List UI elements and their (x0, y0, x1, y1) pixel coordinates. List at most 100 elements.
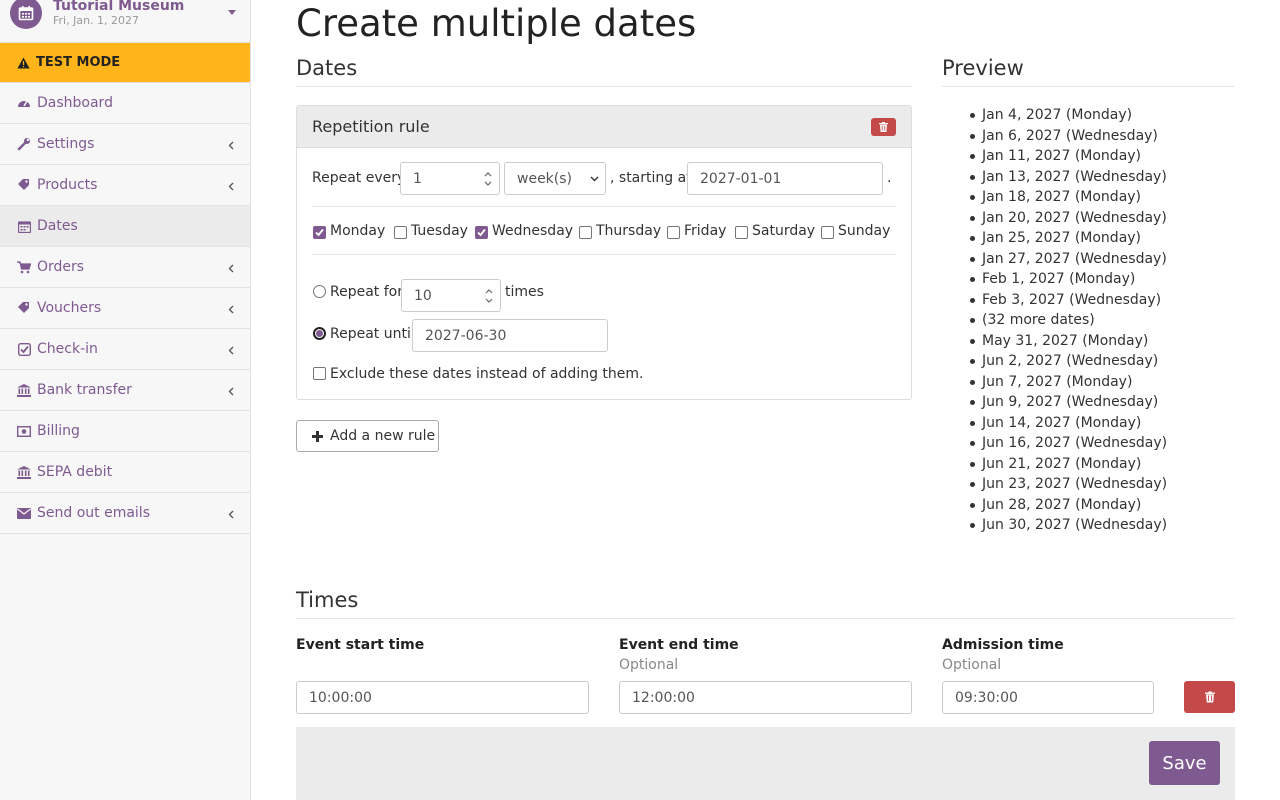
times-section-title: Times (296, 588, 1235, 619)
preview-date-item: Jan 6, 2027 (Wednesday) (970, 126, 1167, 147)
preview-date-item: Feb 3, 2027 (Wednesday) (970, 290, 1167, 311)
sidebar-item-dashboard[interactable]: Dashboard (0, 83, 250, 124)
sidebar-item-label: Settings (37, 136, 95, 152)
preview-date-item: Jan 11, 2027 (Monday) (970, 146, 1167, 167)
divider (312, 206, 896, 207)
repeat-for-label: Repeat for (330, 284, 403, 300)
page-title: Create multiple dates (296, 2, 697, 45)
spinner-icon[interactable] (482, 286, 496, 306)
calendar-icon (17, 219, 31, 233)
test-mode-banner: TEST MODE (0, 43, 250, 83)
sidebar-nav: Dashboard Settings Products Dates Orders Vouc… (0, 83, 250, 534)
interval-input[interactable]: 1 (400, 162, 500, 195)
sidebar-item-dates[interactable]: Dates (0, 206, 250, 247)
weekday-checkbox-friday[interactable] (667, 226, 680, 239)
end-time-input[interactable]: 12:00:00 (619, 681, 912, 714)
chevron-down-icon (590, 176, 599, 182)
weekday-checkbox-wednesday[interactable] (475, 226, 488, 239)
preview-date-item: Jun 21, 2027 (Monday) (970, 454, 1167, 475)
until-date-input[interactable]: 2027-06-30 (412, 319, 608, 352)
preview-date-item: Jan 4, 2027 (Monday) (970, 105, 1167, 126)
sidebar: Tutorial Museum Fri, Jan. 1, 2027 TEST M… (0, 0, 251, 800)
chevron-left-icon (228, 343, 234, 359)
admission-time-optional: Optional (942, 657, 1002, 673)
sidebar-item-billing[interactable]: Billing (0, 411, 250, 452)
sidebar-item-label: Dashboard (37, 95, 113, 111)
end-time-label: Event end time (619, 637, 739, 653)
add-rule-button[interactable]: Add a new rule (296, 420, 439, 452)
starting-at-label: , starting at (610, 170, 692, 186)
preview-date-item: Jun 14, 2027 (Monday) (970, 413, 1167, 434)
weekday-label: Sunday (838, 223, 891, 239)
chevron-left-icon (228, 179, 234, 195)
weekday-checkbox-tuesday[interactable] (394, 226, 407, 239)
repeat-for-radio[interactable] (313, 285, 326, 298)
weekday-label: Friday (684, 223, 727, 239)
sidebar-item-vouchers[interactable]: Vouchers (0, 288, 250, 329)
sidebar-item-label: Products (37, 177, 98, 193)
start-date-input[interactable]: 2027-01-01 (687, 162, 883, 195)
weekday-checkbox-sunday[interactable] (821, 226, 834, 239)
repeat-count-input[interactable]: 10 (401, 279, 501, 312)
sidebar-item-products[interactable]: Products (0, 165, 250, 206)
trash-icon (879, 122, 888, 132)
weekday-checkbox-saturday[interactable] (735, 226, 748, 239)
dates-section-title: Dates (296, 56, 912, 87)
chevron-left-icon (228, 384, 234, 400)
delete-time-button[interactable] (1184, 681, 1235, 713)
sidebar-item-label: SEPA debit (37, 464, 113, 480)
preview-date-item: Jun 16, 2027 (Wednesday) (970, 433, 1167, 454)
preview-date-item: Jan 18, 2027 (Monday) (970, 187, 1167, 208)
sidebar-item-label: Billing (37, 423, 80, 439)
exclude-label: Exclude these dates instead of adding th… (330, 366, 644, 382)
spinner-icon[interactable] (481, 169, 495, 189)
repetition-rule-panel: Repetition rule Repeat every 1 week(s) ,… (296, 105, 912, 400)
calendar-icon (10, 0, 42, 29)
preview-date-item: Jun 2, 2027 (Wednesday) (970, 351, 1167, 372)
sidebar-item-orders[interactable]: Orders (0, 247, 250, 288)
start-time-input[interactable]: 10:00:00 (296, 681, 589, 714)
period-text: . (887, 170, 892, 186)
sidebar-item-label: Vouchers (37, 300, 102, 316)
sidebar-item-settings[interactable]: Settings (0, 124, 250, 165)
sidebar-item-bank-transfer[interactable]: Bank transfer (0, 370, 250, 411)
unit-select[interactable]: week(s) (504, 162, 606, 195)
weekday-label: Tuesday (411, 223, 468, 239)
sidebar-item-label: Bank transfer (37, 382, 132, 398)
sidebar-item-label: Orders (37, 259, 85, 275)
delete-rule-button[interactable] (871, 118, 896, 136)
weekday-checkbox-monday[interactable] (313, 226, 326, 239)
preview-section-title: Preview (942, 56, 1235, 87)
preview-list: Jan 4, 2027 (Monday) Jan 6, 2027 (Wednesd… (970, 105, 1167, 536)
preview-date-item: Feb 1, 2027 (Monday) (970, 269, 1167, 290)
save-button[interactable]: Save (1149, 741, 1220, 785)
cart-icon (17, 260, 31, 274)
sidebar-item-sepa-debit[interactable]: SEPA debit (0, 452, 250, 493)
sidebar-item-send-out-emails[interactable]: Send out emails (0, 493, 250, 534)
preview-date-item: (32 more dates) (970, 310, 1167, 331)
sidebar-item-label: Check-in (37, 341, 98, 357)
tags-icon (17, 301, 31, 315)
form-footer (296, 727, 1235, 800)
bank-icon (17, 465, 31, 479)
event-date: Fri, Jan. 1, 2027 (53, 14, 140, 27)
repeat-until-radio[interactable] (313, 327, 326, 340)
event-name: Tutorial Museum (53, 0, 185, 14)
weekday-label: Thursday (596, 223, 662, 239)
repetition-rule-title: Repetition rule (312, 117, 430, 136)
bank-icon (17, 383, 31, 397)
check-icon (477, 228, 486, 237)
tags-icon (17, 178, 31, 192)
weekday-label: Monday (330, 223, 386, 239)
sidebar-item-check-in[interactable]: Check-in (0, 329, 250, 370)
preview-date-item: Jan 27, 2027 (Wednesday) (970, 249, 1167, 270)
preview-date-item: Jun 30, 2027 (Wednesday) (970, 515, 1167, 536)
event-switcher[interactable]: Tutorial Museum Fri, Jan. 1, 2027 (0, 0, 250, 43)
check-square-icon (17, 342, 31, 356)
weekday-checkbox-thursday[interactable] (579, 226, 592, 239)
exclude-checkbox[interactable] (313, 367, 326, 380)
divider (312, 254, 896, 255)
repetition-rule-header: Repetition rule (297, 106, 911, 148)
admission-time-input[interactable]: 09:30:00 (942, 681, 1154, 714)
preview-date-item: Jan 25, 2027 (Monday) (970, 228, 1167, 249)
